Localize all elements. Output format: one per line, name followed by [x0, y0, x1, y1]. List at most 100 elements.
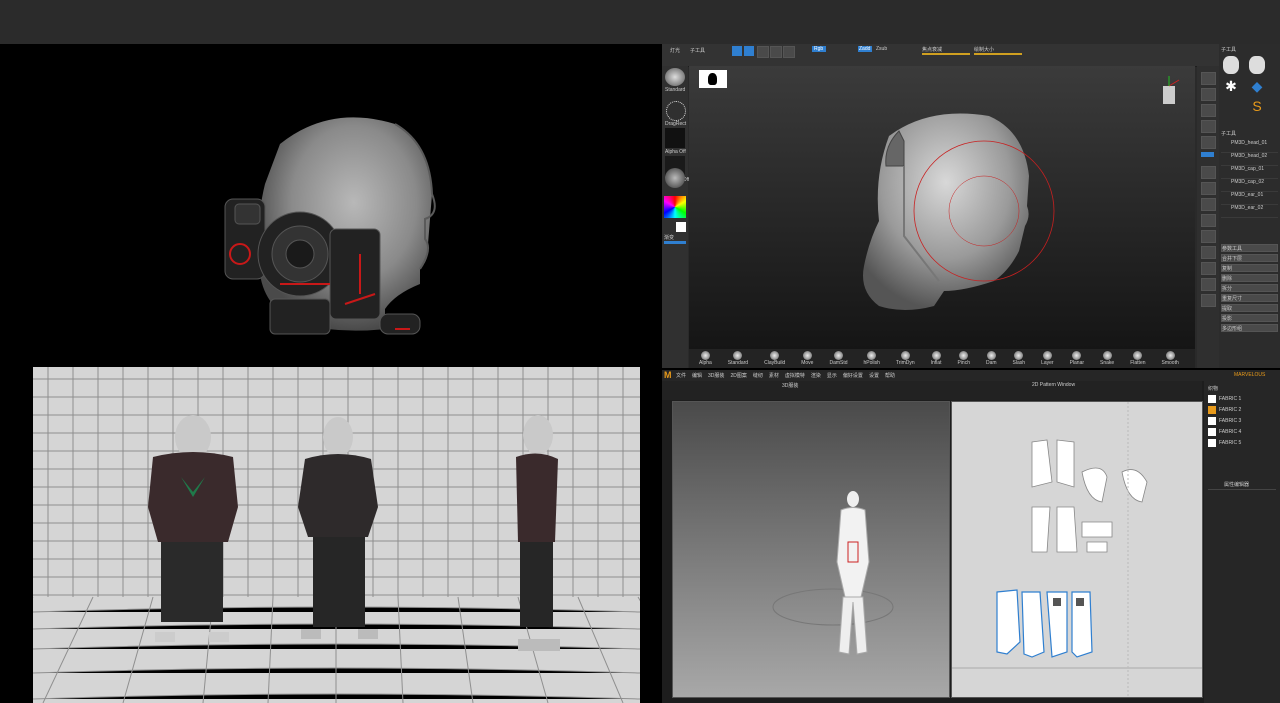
- brush-item[interactable]: Smooth: [1162, 351, 1179, 367]
- polymesh-icon[interactable]: ◆: [1249, 78, 1265, 94]
- star-tool-icon[interactable]: ✱: [1223, 78, 1239, 94]
- md-3d-viewport[interactable]: [672, 401, 950, 698]
- persp-toggle[interactable]: [1201, 152, 1214, 157]
- subtool-item[interactable]: PM3D_head_02: [1221, 153, 1278, 166]
- rotate-view-button[interactable]: [1201, 246, 1216, 259]
- fabric-list: FABRIC 1 FABRIC 2 FABRIC 3 FABRIC 4 FABR…: [1208, 393, 1278, 448]
- draw-size-slider[interactable]: [974, 53, 1022, 55]
- fabric-item[interactable]: FABRIC 5: [1208, 437, 1278, 448]
- stroke-icon[interactable]: [666, 101, 686, 121]
- marvelous-designer-window: M 文件 编辑 3D服装 2D图案 缝纫 素材 虚拟模特 渲染 显示 偏好设置 …: [662, 370, 1280, 703]
- draw-mode-button[interactable]: [744, 46, 754, 56]
- menu-item[interactable]: 2D图案: [730, 372, 746, 379]
- action-button[interactable]: 多边形组: [1221, 324, 1278, 332]
- brush-label: Standard: [665, 87, 686, 93]
- brush-item[interactable]: Flatten: [1130, 351, 1146, 367]
- floor-button[interactable]: [1201, 166, 1216, 179]
- md-2d-pattern-window[interactable]: [951, 401, 1203, 698]
- tab-2d-pattern[interactable]: 2D Pattern Window: [1032, 382, 1075, 388]
- menu-item[interactable]: 缝纫: [753, 372, 763, 379]
- menu-item[interactable]: 帮助: [885, 372, 895, 379]
- main-color-swatch[interactable]: [676, 222, 686, 232]
- subtool-item[interactable]: PM3D_cap_02: [1221, 179, 1278, 192]
- transp-button[interactable]: [1201, 278, 1216, 291]
- zoom3d-button[interactable]: [1201, 230, 1216, 243]
- action-button[interactable]: 投影: [1221, 314, 1278, 322]
- zsub-label[interactable]: Zsub: [876, 46, 887, 52]
- subtool-item[interactable]: PM3D_head_01: [1221, 140, 1278, 153]
- scale-mode-button[interactable]: [770, 46, 782, 58]
- action-button[interactable]: 合并下层: [1221, 254, 1278, 262]
- subtool-item[interactable]: PM3D_cap_01: [1221, 166, 1278, 179]
- focal-shift-slider[interactable]: [922, 53, 970, 55]
- edit-mode-button[interactable]: [732, 46, 742, 56]
- stroke-label: DragRect: [665, 121, 687, 127]
- studio-grid-backdrop: [33, 367, 640, 703]
- brush-item[interactable]: Snake: [1100, 351, 1114, 367]
- brush-item[interactable]: Alpha: [699, 351, 712, 367]
- fabric-item[interactable]: FABRIC 4: [1208, 426, 1278, 437]
- menu-item[interactable]: 设置: [869, 372, 879, 379]
- frame-button[interactable]: [1201, 198, 1216, 211]
- brush-item[interactable]: TrimDyn: [896, 351, 915, 367]
- menu-item[interactable]: 显示: [827, 372, 837, 379]
- brush-item[interactable]: Slash: [1013, 351, 1025, 367]
- alpha-thumb[interactable]: [665, 128, 685, 148]
- action-button[interactable]: 重复尺寸: [1221, 294, 1278, 302]
- brush-item[interactable]: DamStd: [829, 351, 848, 367]
- brush-item[interactable]: Pinch: [957, 351, 970, 367]
- brush-item[interactable]: hPolish: [864, 351, 880, 367]
- menu-item[interactable]: 虚拟模特: [785, 372, 805, 379]
- bpr-button[interactable]: [1201, 72, 1216, 85]
- aahalf-button[interactable]: [1201, 136, 1216, 149]
- solo-button[interactable]: [1201, 294, 1216, 307]
- menu-item[interactable]: 编辑: [692, 372, 702, 379]
- tab-subtool[interactable]: 子工具: [690, 47, 705, 54]
- brush-item[interactable]: Layer: [1041, 351, 1054, 367]
- zbrush-canvas[interactable]: [689, 66, 1195, 349]
- action-button[interactable]: 参数工具: [1221, 244, 1278, 252]
- move-view-button[interactable]: [1201, 214, 1216, 227]
- menu-item[interactable]: 偏好设置: [843, 372, 863, 379]
- subtool-item[interactable]: PM3D_ear_01: [1221, 192, 1278, 205]
- subtool-item[interactable]: PM3D_ear_02: [1221, 205, 1278, 218]
- zbrush-subtool-palette: 子工具 ✱ ◆ S 子工具 PM3D_head_01 PM3D_head_02 …: [1219, 44, 1280, 368]
- fabric-item[interactable]: FABRIC 3: [1208, 415, 1278, 426]
- tab-3d-garment[interactable]: 3D服装: [782, 382, 798, 389]
- rotate-mode-button[interactable]: [783, 46, 795, 58]
- brush-item[interactable]: ClayBuild: [764, 351, 785, 367]
- property-editor-header: 属性编辑器: [1224, 482, 1250, 488]
- fabric-item[interactable]: FABRIC 2: [1208, 404, 1278, 415]
- brush-item[interactable]: Dam: [986, 351, 997, 367]
- tool-thumb-head[interactable]: [1223, 56, 1239, 74]
- gradient-switch[interactable]: [664, 241, 686, 244]
- color-picker[interactable]: [664, 196, 686, 218]
- action-button[interactable]: 提取: [1221, 304, 1278, 312]
- action-button[interactable]: 删除: [1221, 274, 1278, 282]
- md-toolbar: 3D服装 2D Pattern Window: [662, 381, 1202, 400]
- brush-item[interactable]: Standard: [728, 351, 748, 367]
- action-button[interactable]: 复制: [1221, 264, 1278, 272]
- rgb-label: Rgb: [814, 46, 824, 52]
- zoom-button[interactable]: [1201, 104, 1216, 117]
- brush-item[interactable]: Move: [801, 351, 813, 367]
- material-sphere-icon[interactable]: [665, 168, 685, 188]
- move-mode-button[interactable]: [757, 46, 769, 58]
- menu-item[interactable]: 渲染: [811, 372, 821, 379]
- zsphere-icon[interactable]: S: [1249, 98, 1265, 114]
- brush-item[interactable]: Planar: [1070, 351, 1084, 367]
- menu-item[interactable]: 3D服装: [708, 372, 724, 379]
- tab-lighting[interactable]: 灯光: [670, 47, 680, 54]
- standard-brush-icon[interactable]: [665, 68, 685, 86]
- menu-item[interactable]: 文件: [676, 372, 686, 379]
- action-button[interactable]: 拆分: [1221, 284, 1278, 292]
- tool-thumb-sphere[interactable]: [1249, 56, 1265, 74]
- scroll-button[interactable]: [1201, 88, 1216, 101]
- menu-item[interactable]: 素材: [769, 372, 779, 379]
- actual-button[interactable]: [1201, 120, 1216, 133]
- fabric-item[interactable]: FABRIC 1: [1208, 393, 1278, 404]
- polyf-button[interactable]: [1201, 262, 1216, 275]
- brush-item[interactable]: Inflat: [931, 351, 941, 367]
- local-button[interactable]: [1201, 182, 1216, 195]
- alpha-label: Alpha Off: [665, 149, 686, 155]
